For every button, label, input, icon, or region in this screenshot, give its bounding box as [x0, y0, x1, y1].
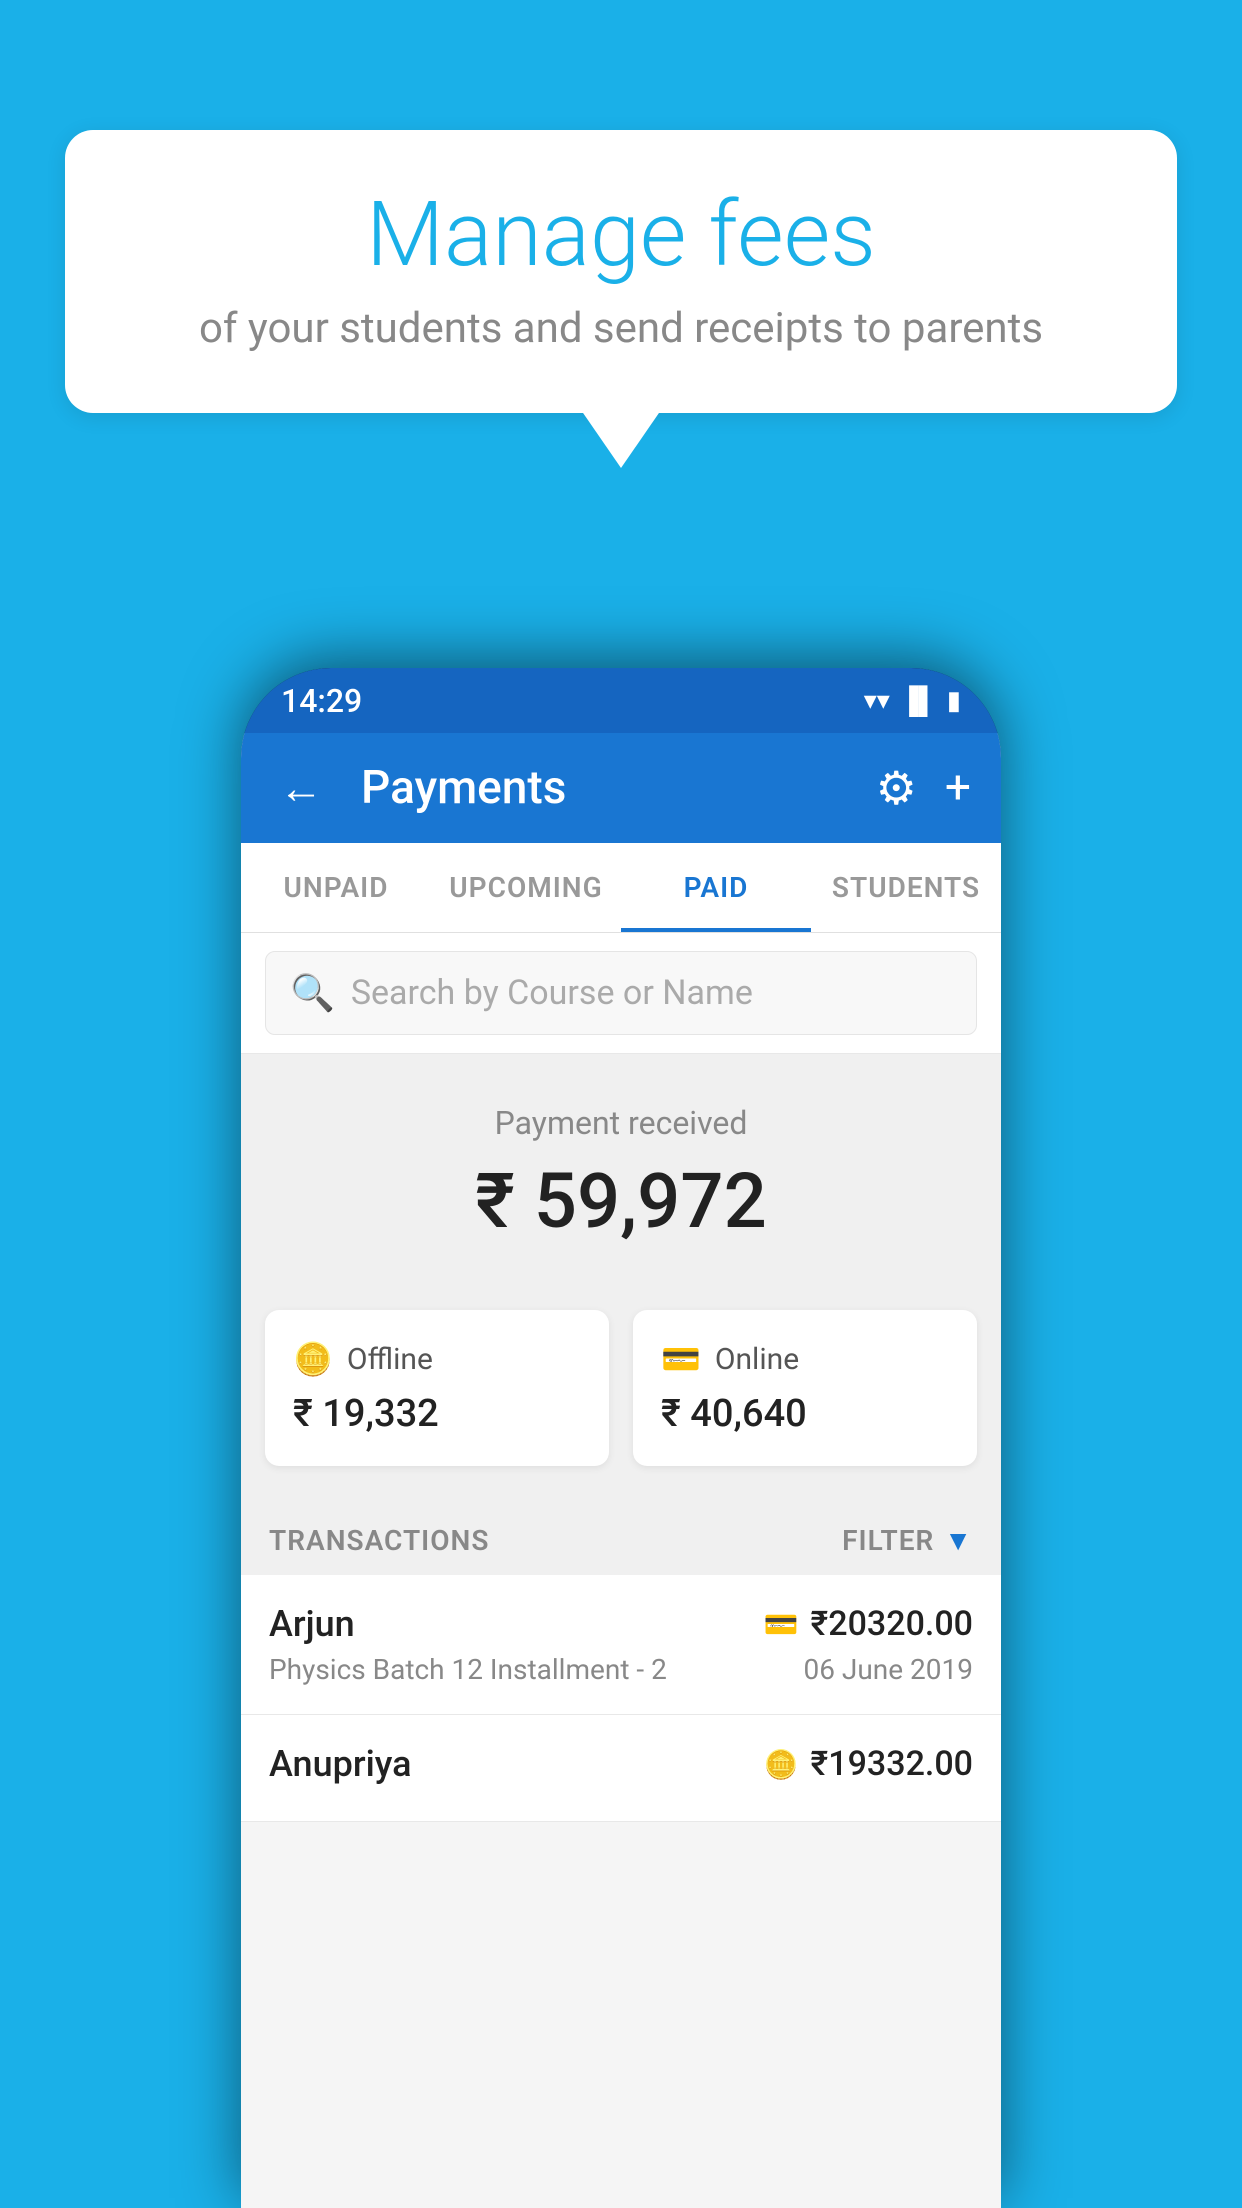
app-bar: ← Payments ⚙ + — [241, 733, 1001, 843]
transaction-amount-row-2: 🪙 ₹19332.00 — [764, 1744, 973, 1784]
payment-received-amount: ₹ 59,972 — [271, 1156, 971, 1246]
payment-received-section: Payment received ₹ 59,972 — [241, 1054, 1001, 1286]
online-payment-icon: 💳 — [764, 1608, 799, 1641]
add-button[interactable]: + — [945, 761, 971, 815]
filter-icon: ▼ — [944, 1524, 973, 1557]
phone-screen: ← Payments ⚙ + UNPAID UPCOMING PAID STUD… — [241, 733, 1001, 2208]
search-inner[interactable]: 🔍 Search by Course or Name — [265, 951, 977, 1035]
search-bar: 🔍 Search by Course or Name — [241, 933, 1001, 1054]
speech-bubble: Manage fees of your students and send re… — [65, 130, 1177, 413]
transaction-bottom: Physics Batch 12 Installment - 2 06 June… — [269, 1653, 973, 1686]
search-icon: 🔍 — [290, 972, 335, 1014]
transaction-amount-2: ₹19332.00 — [811, 1744, 973, 1784]
status-bar: 14:29 ▾▾ ▐▌ ▮ — [241, 668, 1001, 733]
transaction-name: Arjun — [269, 1603, 355, 1645]
speech-bubble-container: Manage fees of your students and send re… — [65, 130, 1177, 413]
offline-payment-icon: 🪙 — [764, 1748, 799, 1781]
transaction-course: Physics Batch 12 Installment - 2 — [269, 1653, 667, 1686]
tab-paid[interactable]: PAID — [621, 843, 811, 932]
transaction-name-2: Anupriya — [269, 1743, 412, 1785]
tab-unpaid[interactable]: UNPAID — [241, 843, 431, 932]
transactions-label: TRANSACTIONS — [269, 1524, 489, 1557]
payment-received-label: Payment received — [271, 1104, 971, 1142]
online-card: 💳 Online ₹ 40,640 — [633, 1310, 977, 1466]
offline-icon: 🪙 — [293, 1340, 333, 1378]
battery-icon: ▮ — [947, 686, 961, 716]
signal-icon: ▐▌ — [900, 685, 937, 716]
phone-frame: 14:29 ▾▾ ▐▌ ▮ ← Payments ⚙ + UNPAID UPCO… — [241, 668, 1001, 2208]
transaction-date: 06 June 2019 — [803, 1653, 973, 1686]
online-icon: 💳 — [661, 1340, 701, 1378]
status-time: 14:29 — [281, 682, 362, 720]
offline-label: Offline — [347, 1342, 433, 1377]
screen-content: 🔍 Search by Course or Name Payment recei… — [241, 933, 1001, 2208]
online-amount: ₹ 40,640 — [661, 1392, 949, 1436]
offline-card: 🪙 Offline ₹ 19,332 — [265, 1310, 609, 1466]
search-placeholder: Search by Course or Name — [351, 973, 753, 1013]
app-title: Payments — [361, 761, 856, 815]
offline-card-header: 🪙 Offline — [293, 1340, 581, 1378]
tab-students[interactable]: STUDENTS — [811, 843, 1001, 932]
phone-inner: ← Payments ⚙ + UNPAID UPCOMING PAID STUD… — [241, 733, 1001, 2208]
bubble-subtitle: of your students and send receipts to pa… — [125, 304, 1117, 353]
transaction-amount: ₹20320.00 — [811, 1604, 973, 1644]
online-card-header: 💳 Online — [661, 1340, 949, 1378]
filter-button[interactable]: FILTER ▼ — [842, 1524, 973, 1557]
filter-label: FILTER — [842, 1524, 934, 1557]
status-icons: ▾▾ ▐▌ ▮ — [864, 685, 961, 716]
tab-upcoming[interactable]: UPCOMING — [431, 843, 621, 932]
wifi-icon: ▾▾ — [864, 686, 890, 716]
online-label: Online — [715, 1342, 799, 1377]
cards-row: 🪙 Offline ₹ 19,332 💳 Online ₹ 40,640 — [241, 1286, 1001, 1496]
app-bar-icons: ⚙ + — [876, 761, 971, 816]
bubble-title: Manage fees — [125, 185, 1117, 284]
transactions-header: TRANSACTIONS FILTER ▼ — [241, 1496, 1001, 1575]
settings-icon[interactable]: ⚙ — [876, 761, 917, 816]
tabs: UNPAID UPCOMING PAID STUDENTS — [241, 843, 1001, 933]
transaction-row[interactable]: Anupriya 🪙 ₹19332.00 — [241, 1715, 1001, 1822]
back-button[interactable]: ← — [271, 762, 331, 814]
transaction-row[interactable]: Arjun 💳 ₹20320.00 Physics Batch 12 Insta… — [241, 1575, 1001, 1715]
offline-amount: ₹ 19,332 — [293, 1392, 581, 1436]
transaction-top-2: Anupriya 🪙 ₹19332.00 — [269, 1743, 973, 1785]
transaction-amount-row: 💳 ₹20320.00 — [764, 1604, 973, 1644]
transaction-top: Arjun 💳 ₹20320.00 — [269, 1603, 973, 1645]
